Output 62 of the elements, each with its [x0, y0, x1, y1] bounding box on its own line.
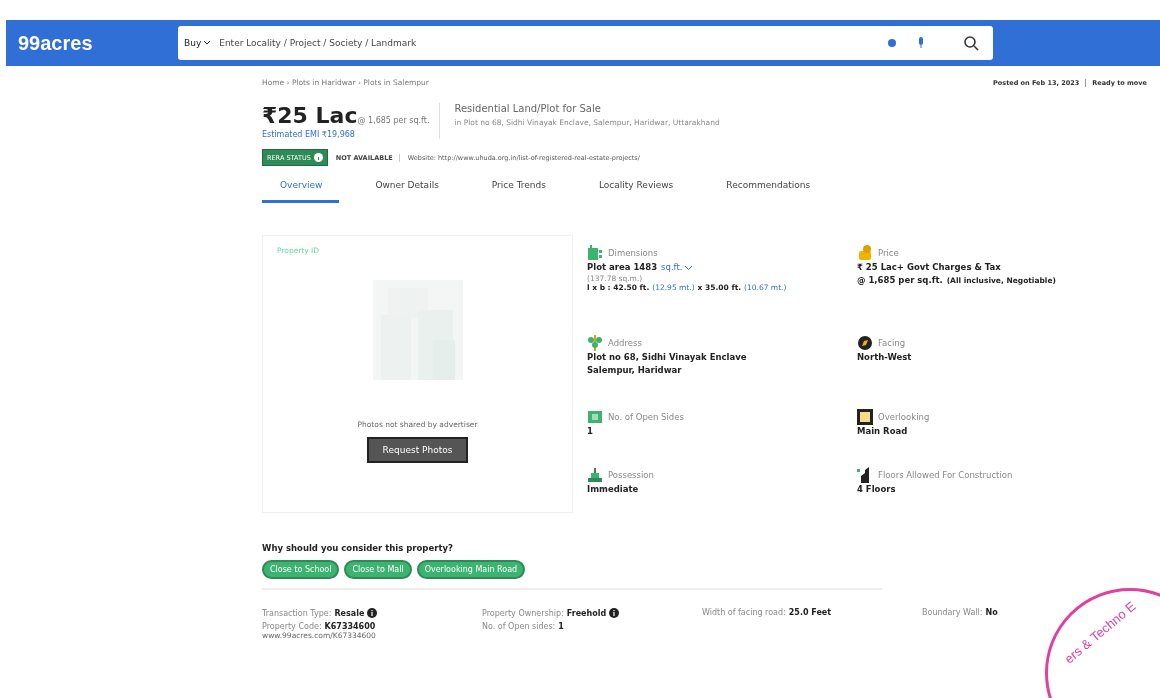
price-amount: ₹25 Lac — [262, 103, 358, 128]
detail-label: No. of Open Sides — [608, 412, 684, 422]
fact-label: Boundary Wall: — [922, 608, 983, 617]
caret-icon — [684, 264, 694, 271]
detail-label: Facing — [878, 338, 906, 348]
fact-value: 1 — [558, 622, 564, 631]
square-icon — [587, 409, 603, 425]
detail-label: Possession — [608, 470, 654, 480]
detail-label: Price — [878, 248, 899, 258]
detail-label: Dimensions — [608, 248, 658, 258]
price-per-sqft: @ 1,685 per sq.ft. — [357, 116, 430, 125]
search-bar[interactable]: Buy Enter Locality / Project / Society / Landmark — [178, 26, 993, 60]
buy-dropdown[interactable]: Buy — [184, 38, 212, 48]
detail-value: Salempur, Haridwar — [587, 364, 683, 377]
tab[interactable]: Locality Reviews — [580, 172, 691, 203]
info-icon — [367, 608, 378, 618]
fact-label: Transaction Type: — [262, 608, 332, 618]
listing-title: Residential Land/Plot for Sale — [454, 103, 602, 114]
detail-value: North-West — [857, 351, 913, 364]
logo[interactable]: 99acres — [18, 31, 178, 55]
fact-value: 25.0 Feet — [788, 608, 832, 617]
detail-value: Plot area 1483 — [587, 261, 658, 274]
fact-label: No. of Open sides: — [482, 622, 556, 631]
detail-value: Main Road — [857, 425, 909, 438]
fact-label: Property Ownership: — [482, 608, 564, 618]
detail-label: Floors Allowed For Construction — [878, 470, 1013, 480]
reason-chip: Overlooking Main Road — [416, 560, 526, 579]
detail-value: Immediate — [587, 483, 640, 496]
info-icon — [609, 608, 620, 618]
reason-chip: Close to School — [262, 560, 340, 579]
unit-dropdown[interactable]: sq.ft. — [661, 261, 694, 274]
detail-label: Overlooking — [878, 412, 930, 422]
detail-label: Address — [608, 338, 642, 348]
tab[interactable]: Recommendations — [708, 172, 828, 203]
search-icon — [963, 35, 979, 51]
fact-value: No — [985, 608, 998, 617]
tree-icon — [587, 335, 603, 351]
detail-value: ₹ 25 Lac+ Govt Charges & Tax — [857, 261, 1002, 274]
ruler-icon — [587, 245, 603, 261]
detail-value: @ 1,685 per sq.ft. — [857, 274, 943, 287]
reasons-heading: Why should you consider this property? — [262, 543, 454, 553]
fact-value: Freehold — [566, 608, 607, 618]
fact-value: K67334600 — [324, 622, 376, 631]
reason-chip: Close to Mall — [344, 560, 412, 579]
building-icon — [587, 467, 603, 483]
compass-icon — [857, 335, 873, 351]
fact-label: Property Code: — [262, 622, 322, 631]
tab[interactable]: Owner Details — [357, 172, 456, 203]
tab[interactable]: Price Trends — [473, 172, 563, 203]
fact-value: Resale — [334, 608, 365, 618]
detail-value: 4 Floors — [857, 483, 897, 496]
window-icon — [857, 409, 873, 425]
info-icon — [313, 153, 323, 162]
tab[interactable]: Overview — [262, 172, 340, 203]
detail-value: 1 — [587, 425, 594, 438]
microphone-icon — [917, 37, 925, 49]
caret-icon — [203, 40, 212, 46]
detail-value: Plot no 68, Sidhi Vinayak Enclave — [587, 351, 748, 364]
location-icon — [887, 38, 897, 48]
fact-label: Width of facing road: — [702, 608, 786, 617]
emi-link[interactable]: Estimated EMI ₹19,968 — [262, 130, 430, 139]
request-photos-button[interactable]: Request Photos — [366, 437, 469, 463]
